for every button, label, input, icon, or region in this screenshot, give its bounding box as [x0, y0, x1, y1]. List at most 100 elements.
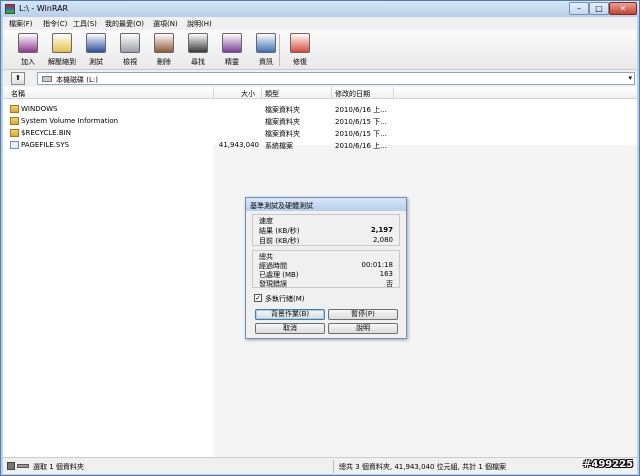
maximize-button[interactable]: □: [589, 2, 609, 15]
table-row[interactable]: PAGEFILE.SYS 41,943,040 系統檔案 2010/6/16 上…: [3, 139, 393, 151]
table-row[interactable]: System Volume Information 檔案資料夾 2010/6/1…: [3, 115, 393, 127]
status-summary: 總共 3 個資料夾, 41,943,040 位元組, 共計 1 個檔案: [339, 463, 507, 471]
cancel-button[interactable]: 取消: [255, 323, 325, 334]
file-type: 檔案資料夾: [265, 130, 300, 138]
toolbar: 加入 解壓縮到 測試 檢視 刪除 尋找 精靈 資訊 修復: [3, 30, 637, 70]
table-row[interactable]: WINDOWS 檔案資料夾 2010/6/16 上...: [3, 103, 393, 115]
view-label: 檢視: [123, 58, 137, 66]
info-icon: [256, 33, 276, 53]
info-button[interactable]: 資訊: [249, 32, 283, 68]
winrar-window: L:\ - WinRAR – □ ✕ 檔案(F) 指令(C) 工具(S) 我的最…: [0, 0, 640, 476]
stats-group: 總共 經過時間 00:01:18 已處理 (MB) 163 發現錯誤 否: [252, 250, 400, 288]
dialog-title: 基準測試及硬體測試: [250, 202, 313, 210]
find-icon: [188, 33, 208, 53]
add-button[interactable]: 加入: [11, 32, 45, 68]
folder-icon: [10, 117, 19, 125]
menu-file[interactable]: 檔案(F): [9, 19, 33, 29]
window-title: L:\ - WinRAR: [19, 4, 69, 13]
column-divider[interactable]: [261, 87, 262, 99]
menu-help[interactable]: 說明(H): [187, 19, 212, 29]
repair-button[interactable]: 修復: [283, 32, 317, 68]
title-bar[interactable]: L:\ - WinRAR – □ ✕: [1, 1, 639, 17]
repair-icon: [290, 33, 310, 53]
key-icon[interactable]: [17, 464, 29, 468]
column-name[interactable]: 名稱: [11, 89, 25, 99]
column-size[interactable]: 大小: [241, 89, 255, 99]
test-label: 測試: [89, 58, 103, 66]
column-divider[interactable]: [331, 87, 332, 99]
column-divider[interactable]: [213, 87, 214, 99]
address-field[interactable]: 本機磁碟 (L:) ▾: [37, 72, 635, 85]
current-value: 2,080: [372, 236, 393, 244]
file-name: PAGEFILE.SYS: [21, 141, 70, 149]
minimize-button[interactable]: –: [569, 2, 589, 15]
info-label: 資訊: [259, 58, 273, 66]
help-button[interactable]: 說明: [328, 323, 398, 334]
result-value: 2,197: [370, 226, 393, 234]
file-type: 檔案資料夾: [265, 106, 300, 114]
elapsed-value: 00:01:18: [361, 261, 393, 269]
result-label: 結果 (KB/秒): [259, 227, 300, 235]
up-folder-button[interactable]: ⬆: [11, 72, 25, 85]
benchmark-dialog: 基準測試及硬體測試 速度 結果 (KB/秒) 2,197 目前 (KB/秒) 2…: [245, 197, 407, 339]
status-bar: 選取 1 個資料夾 總共 3 個資料夾, 41,943,040 位元組, 共計 …: [3, 457, 637, 474]
file-date: 2010/6/16 上...: [335, 106, 387, 114]
system-file-icon: [10, 141, 19, 149]
find-label: 尋找: [191, 58, 205, 66]
find-button[interactable]: 尋找: [181, 32, 215, 68]
add-archive-icon: [18, 33, 38, 53]
column-header-row: 名稱 大小 類型 修改的日期: [3, 87, 637, 99]
menu-commands[interactable]: 指令(C): [43, 19, 67, 29]
table-row[interactable]: $RECYCLE.BIN 檔案資料夾 2010/6/15 下...: [3, 127, 393, 139]
current-label: 目前 (KB/秒): [259, 237, 300, 245]
extract-to-button[interactable]: 解壓縮到: [45, 32, 79, 68]
folder-icon: [10, 105, 19, 113]
file-name: System Volume Information: [21, 117, 119, 125]
processed-value: 163: [379, 270, 393, 278]
speed-group: 速度 結果 (KB/秒) 2,197 目前 (KB/秒) 2,080: [252, 214, 400, 246]
drive-status-icon[interactable]: [7, 462, 15, 470]
wizard-icon: [222, 33, 242, 53]
wizard-button[interactable]: 精靈: [215, 32, 249, 68]
close-button[interactable]: ✕: [609, 2, 637, 15]
folder-icon: [10, 129, 19, 137]
delete-label: 刪除: [157, 58, 171, 66]
chevron-down-icon[interactable]: ▾: [628, 74, 632, 82]
menu-tools[interactable]: 工具(S): [73, 19, 97, 29]
multithread-label[interactable]: 多執行緒(M): [265, 294, 305, 304]
column-modified[interactable]: 修改的日期: [335, 89, 370, 99]
file-size: 41,943,040: [218, 141, 259, 149]
toolbar-separator: [279, 34, 280, 66]
test-icon: [86, 33, 106, 53]
delete-button[interactable]: 刪除: [147, 32, 181, 68]
dialog-title-bar[interactable]: 基準測試及硬體測試: [246, 198, 406, 211]
file-name: WINDOWS: [21, 105, 58, 113]
column-type[interactable]: 類型: [265, 89, 279, 99]
menu-options[interactable]: 選項(N): [153, 19, 178, 29]
view-button[interactable]: 檢視: [113, 32, 147, 68]
view-icon: [120, 33, 140, 53]
address-path: 本機磁碟 (L:): [56, 76, 98, 84]
file-type: 系統檔案: [265, 142, 293, 150]
errors-label: 發現錯誤: [259, 280, 287, 288]
delete-icon: [154, 33, 174, 53]
extract-to-label: 解壓縮到: [48, 58, 76, 66]
multithread-checkbox[interactable]: ✓: [254, 294, 262, 302]
address-bar: ⬆ 本機磁碟 (L:) ▾: [3, 70, 637, 87]
file-date: 2010/6/15 下...: [335, 130, 387, 138]
drive-icon: [42, 76, 52, 82]
background-button[interactable]: 背景作業(B): [255, 309, 325, 320]
test-button[interactable]: 測試: [79, 32, 113, 68]
watermark: #499225: [583, 459, 634, 470]
menu-bar: 檔案(F) 指令(C) 工具(S) 我的最愛(O) 選項(N) 說明(H): [3, 17, 637, 30]
file-date: 2010/6/15 下...: [335, 118, 387, 126]
file-date: 2010/6/16 上...: [335, 142, 387, 150]
extract-to-icon: [52, 33, 72, 53]
speed-group-label: 速度: [259, 217, 273, 225]
file-type: 檔案資料夾: [265, 118, 300, 126]
status-divider: [333, 460, 334, 473]
pause-button[interactable]: 暫停(P): [328, 309, 398, 320]
column-divider[interactable]: [393, 87, 394, 99]
menu-favorites[interactable]: 我的最愛(O): [105, 19, 144, 29]
wizard-label: 精靈: [225, 58, 239, 66]
